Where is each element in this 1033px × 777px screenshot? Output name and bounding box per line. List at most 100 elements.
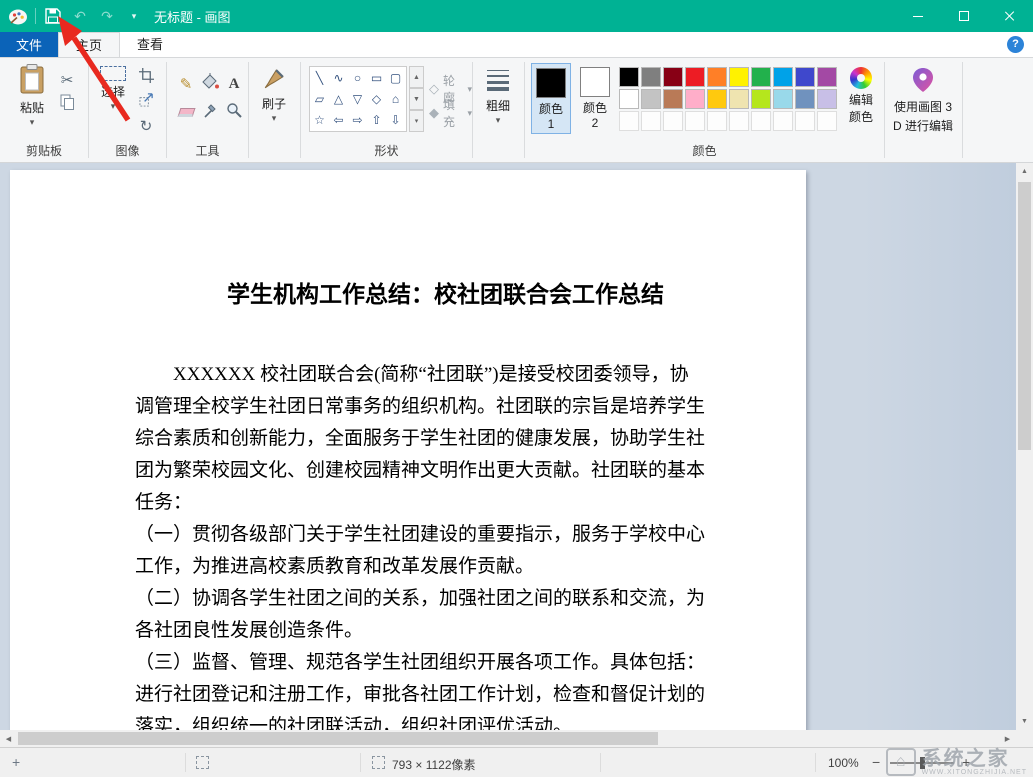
scroll-down-icon[interactable]: ▼ <box>1016 713 1033 730</box>
status-bar: + 793 × 1122像素 100% − + <box>0 747 1033 777</box>
close-button[interactable] <box>987 0 1033 32</box>
palette-swatch-empty[interactable] <box>773 111 793 131</box>
palette-swatch[interactable] <box>641 67 661 87</box>
shapes-scroll-up-icon[interactable]: ▲ <box>409 66 424 88</box>
palette-swatch-empty[interactable] <box>795 111 815 131</box>
crop-button[interactable] <box>135 68 157 88</box>
paint-app-icon[interactable] <box>8 5 28 27</box>
tab-view[interactable]: 查看 <box>120 32 180 57</box>
size-button[interactable]: 粗细 ▾ <box>480 68 516 124</box>
shapes-more-icon[interactable]: ▾ <box>409 110 424 132</box>
palette-swatch-empty[interactable] <box>663 111 683 131</box>
brush-icon <box>263 68 285 93</box>
tab-home[interactable]: 主页 <box>58 32 120 57</box>
file-menu-button[interactable]: 文件 <box>0 32 58 57</box>
fill-tool-button[interactable] <box>199 74 221 94</box>
redo-button[interactable]: ↷ <box>97 5 117 27</box>
palette-swatch-empty[interactable] <box>685 111 705 131</box>
palette-swatch[interactable] <box>619 89 639 109</box>
shape-icon[interactable]: ▽ <box>348 88 367 109</box>
shape-icon[interactable]: ○ <box>348 67 367 88</box>
undo-button[interactable]: ↶ <box>70 5 90 27</box>
horizontal-scrollbar[interactable]: ◀ ▶ <box>0 730 1016 747</box>
palette-swatch[interactable] <box>663 67 683 87</box>
cut-button[interactable]: ✂ <box>56 70 78 90</box>
text-tool-button[interactable]: A <box>223 74 245 94</box>
scroll-left-icon[interactable]: ◀ <box>0 730 17 747</box>
palette-swatch[interactable] <box>817 89 837 109</box>
palette-swatch[interactable] <box>707 67 727 87</box>
palette-swatch[interactable] <box>641 89 661 109</box>
image-group-label: 图像 <box>89 142 166 159</box>
palette-swatch[interactable] <box>707 89 727 109</box>
shape-icon[interactable]: ∿ <box>329 67 348 88</box>
palette-swatch-empty[interactable] <box>751 111 771 131</box>
brushes-button[interactable]: 刷子 ▾ <box>254 68 294 122</box>
paint-canvas[interactable]: 学生机构工作总结：校社团联合会工作总结 XXXXXX 校社团联合会(简称“社团联… <box>10 170 806 730</box>
shape-icon[interactable]: ╲ <box>310 67 329 88</box>
rotate-button[interactable]: ↻ <box>135 116 157 136</box>
shape-icon[interactable]: ☆ <box>310 109 329 130</box>
document-line: 工作，为推进高校素质教育和改革发展作贡献。 <box>135 551 776 583</box>
palette-swatch[interactable] <box>795 67 815 87</box>
edit-colors-button[interactable]: 编辑颜色 <box>841 67 881 125</box>
magnifier-tool-button[interactable] <box>223 102 245 122</box>
vertical-scroll-thumb[interactable] <box>1018 182 1031 450</box>
palette-swatch[interactable] <box>817 67 837 87</box>
edit-with-paint3d-button[interactable]: 使用画图 3 D 进行编辑 <box>890 67 956 134</box>
palette-swatch[interactable] <box>773 67 793 87</box>
palette-swatch[interactable] <box>685 67 705 87</box>
brushes-label: 刷子 <box>261 95 287 112</box>
shape-icon[interactable]: ⌂ <box>386 88 405 109</box>
save-button[interactable] <box>43 5 63 27</box>
palette-swatch[interactable] <box>729 67 749 87</box>
palette-swatch[interactable] <box>619 67 639 87</box>
palette-swatch[interactable] <box>663 89 683 109</box>
customize-quick-access-icon[interactable]: ▾ <box>124 5 144 27</box>
shape-icon[interactable]: ⇧ <box>367 109 386 130</box>
shape-icon[interactable]: ⇨ <box>348 109 367 130</box>
palette-swatch[interactable] <box>773 89 793 109</box>
scroll-right-icon[interactable]: ▶ <box>999 730 1016 747</box>
canvas-viewport: 学生机构工作总结：校社团联合会工作总结 XXXXXX 校社团联合会(简称“社团联… <box>0 163 1016 730</box>
minimize-button[interactable] <box>895 0 941 32</box>
shape-icon[interactable]: ⇦ <box>329 109 348 130</box>
zoom-out-button[interactable]: − <box>872 754 880 770</box>
color2-button[interactable]: 颜色 2 <box>575 63 615 132</box>
palette-swatch-empty[interactable] <box>817 111 837 131</box>
shapes-scroll-down-icon[interactable]: ▼ <box>409 88 424 110</box>
palette-swatch-empty[interactable] <box>707 111 727 131</box>
pencil-tool-button[interactable]: ✎ <box>175 74 197 94</box>
palette-swatch[interactable] <box>751 67 771 87</box>
paste-dropdown-icon: ▾ <box>30 118 35 126</box>
shape-icon[interactable]: ⇩ <box>386 109 405 130</box>
shape-icon[interactable]: ▱ <box>310 88 329 109</box>
scroll-up-icon[interactable]: ▲ <box>1016 163 1033 180</box>
shape-icon[interactable]: ◇ <box>367 88 386 109</box>
color-picker-button[interactable] <box>199 102 221 122</box>
select-button[interactable]: 选择 ▾ <box>95 66 131 110</box>
shape-icon[interactable]: ▭ <box>367 67 386 88</box>
palette-swatch-empty[interactable] <box>641 111 661 131</box>
shape-icon[interactable]: △ <box>329 88 348 109</box>
maximize-button[interactable] <box>941 0 987 32</box>
shape-fill-button[interactable]: ◆ 填充 ▾ <box>429 96 472 130</box>
copy-button[interactable] <box>56 94 78 114</box>
document-line: （二）协调各学生社团之间的关系，加强社团之间的联系和交流，为 <box>135 583 776 615</box>
vertical-scrollbar[interactable]: ▲ ▼ <box>1016 163 1033 730</box>
fill-icon: ◆ <box>429 105 439 121</box>
paste-button[interactable]: 粘贴 ▾ <box>10 64 54 126</box>
help-button[interactable]: ? <box>1007 36 1024 53</box>
palette-swatch[interactable] <box>729 89 749 109</box>
shape-icon[interactable]: ▢ <box>386 67 405 88</box>
horizontal-scroll-thumb[interactable] <box>18 732 658 745</box>
palette-swatch[interactable] <box>751 89 771 109</box>
paste-label: 粘贴 <box>20 99 44 116</box>
resize-button[interactable] <box>135 92 157 112</box>
palette-swatch-empty[interactable] <box>729 111 749 131</box>
color1-button[interactable]: 颜色 1 <box>531 63 571 134</box>
palette-swatch[interactable] <box>685 89 705 109</box>
palette-swatch-empty[interactable] <box>619 111 639 131</box>
palette-swatch[interactable] <box>795 89 815 109</box>
eraser-tool-button[interactable] <box>175 102 197 122</box>
